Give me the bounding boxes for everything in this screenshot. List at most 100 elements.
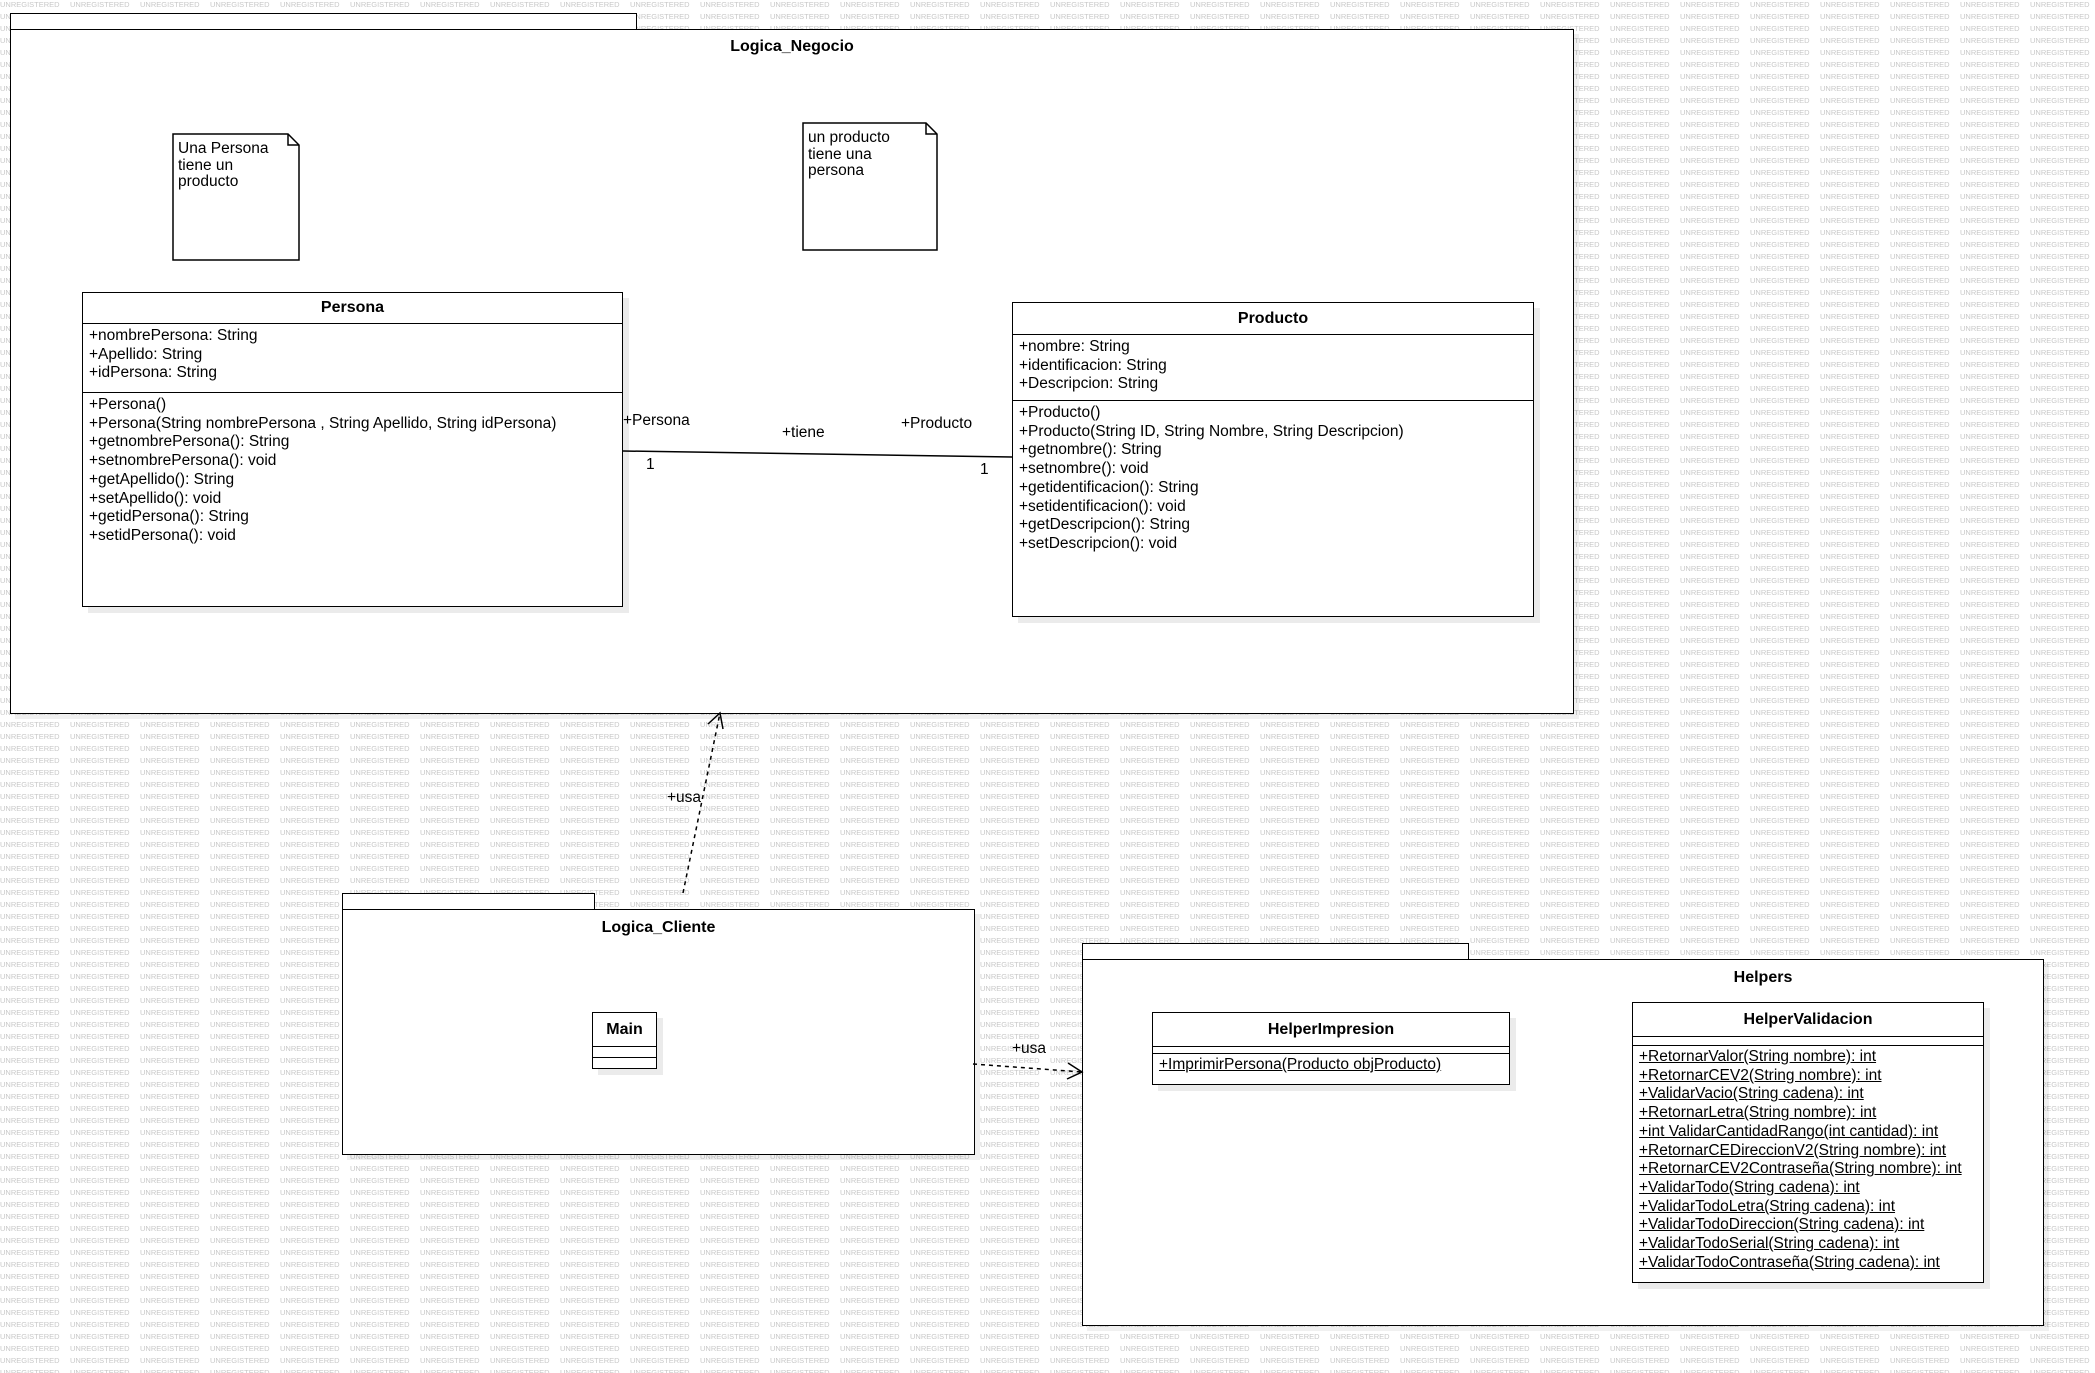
watermark-text: UNREGISTERED xyxy=(420,1188,480,1197)
watermark-text: UNREGISTERED xyxy=(1610,1332,1670,1341)
watermark-text: UNREGISTERED xyxy=(280,1020,340,1029)
watermark-text: UNREGISTERED xyxy=(140,1008,200,1017)
watermark-text: UNREGISTERED xyxy=(980,1284,1040,1293)
watermark-text: UNREGISTERED xyxy=(1120,732,1180,741)
watermark-text: UNREGISTERED xyxy=(1400,744,1460,753)
watermark-text: UNREGISTERED xyxy=(700,1332,760,1341)
package-logica-cliente[interactable]: Logica_Cliente xyxy=(342,909,975,1155)
watermark-text: UNREGISTERED xyxy=(1960,636,2020,645)
watermark-text: UNREGISTERED xyxy=(1750,132,1810,141)
watermark-text: UNREGISTERED xyxy=(2030,648,2090,657)
watermark-text: UNREGISTERED xyxy=(1750,516,1810,525)
watermark-text: UNREGISTERED xyxy=(210,1104,270,1113)
watermark-text: UNREGISTERED xyxy=(280,1224,340,1233)
watermark-text: UNREGISTERED xyxy=(350,1344,410,1353)
watermark-text: UNREGISTERED xyxy=(980,768,1040,777)
watermark-text: UNREGISTERED xyxy=(1120,804,1180,813)
watermark-text: UNREGISTERED xyxy=(70,1080,130,1089)
watermark-text: UNREGISTERED xyxy=(2030,936,2090,945)
watermark-text: UNREGISTERED xyxy=(1190,0,1250,9)
watermark-text: UNREGISTERED xyxy=(2030,876,2090,885)
watermark-text: UNREGISTERED xyxy=(1680,204,1740,213)
watermark-text: UNREGISTERED xyxy=(840,1296,900,1305)
watermark-text: UNREGISTERED xyxy=(1260,720,1320,729)
watermark-text: UNREGISTERED xyxy=(490,1356,550,1365)
class-producto[interactable]: Producto +nombre: String +identificacion… xyxy=(1012,302,1534,617)
watermark-text: UNREGISTERED xyxy=(560,1164,620,1173)
watermark-text: UNREGISTERED xyxy=(1750,876,1810,885)
watermark-text: UNREGISTERED xyxy=(280,984,340,993)
watermark-text: UNREGISTERED xyxy=(1750,432,1810,441)
watermark-text: UNREGISTERED xyxy=(700,1200,760,1209)
watermark-text: UNREGISTERED xyxy=(0,768,60,777)
watermark-text: UNREGISTERED xyxy=(350,792,410,801)
watermark-text: UNREGISTERED xyxy=(770,1284,830,1293)
watermark-text: UNREGISTERED xyxy=(350,804,410,813)
watermark-text: UNREGISTERED xyxy=(560,1344,620,1353)
watermark-text: UNREGISTERED xyxy=(210,1092,270,1101)
watermark-text: UNREGISTERED xyxy=(1050,792,1110,801)
watermark-text: UNREGISTERED xyxy=(140,1248,200,1257)
watermark-text: UNREGISTERED xyxy=(1750,0,1810,9)
watermark-text: UNREGISTERED xyxy=(1680,48,1740,57)
watermark-text: UNREGISTERED xyxy=(140,744,200,753)
watermark-text: UNREGISTERED xyxy=(630,1320,690,1329)
watermark-text: UNREGISTERED xyxy=(1890,672,1950,681)
watermark-text: UNREGISTERED xyxy=(1610,588,1670,597)
watermark-text: UNREGISTERED xyxy=(1330,1368,1390,1373)
watermark-text: UNREGISTERED xyxy=(1890,756,1950,765)
watermark-text: UNREGISTERED xyxy=(350,816,410,825)
watermark-text: UNREGISTERED xyxy=(1820,732,1880,741)
watermark-text: UNREGISTERED xyxy=(490,1368,550,1373)
class-persona[interactable]: Persona +nombrePersona: String +Apellido… xyxy=(82,292,623,607)
class-helper-impresion[interactable]: HelperImpresion +ImprimirPersona(Product… xyxy=(1152,1012,1510,1085)
watermark-text: UNREGISTERED xyxy=(980,1104,1040,1113)
watermark-text: UNREGISTERED xyxy=(210,1332,270,1341)
watermark-text: UNREGISTERED xyxy=(280,780,340,789)
watermark-text: UNREGISTERED xyxy=(1960,96,2020,105)
watermark-text: UNREGISTERED xyxy=(1890,444,1950,453)
watermark-text: UNREGISTERED xyxy=(840,1248,900,1257)
watermark-text: UNREGISTERED xyxy=(2030,540,2090,549)
watermark-text: UNREGISTERED xyxy=(1750,816,1810,825)
watermark-text: UNREGISTERED xyxy=(1890,1356,1950,1365)
attributes-section xyxy=(1633,1037,1983,1046)
watermark-text: UNREGISTERED xyxy=(70,1104,130,1113)
watermark-text: UNREGISTERED xyxy=(350,1308,410,1317)
watermark-text: UNREGISTERED xyxy=(70,1212,130,1221)
watermark-text: UNREGISTERED xyxy=(1890,252,1950,261)
watermark-text: UNREGISTERED xyxy=(1680,1356,1740,1365)
watermark-text: UNREGISTERED xyxy=(0,1248,60,1257)
watermark-text: UNREGISTERED xyxy=(1750,504,1810,513)
watermark-text: UNREGISTERED xyxy=(560,864,620,873)
watermark-text: UNREGISTERED xyxy=(1960,852,2020,861)
watermark-text: UNREGISTERED xyxy=(910,1176,970,1185)
class-helper-validacion[interactable]: HelperValidacion +RetornarValor(String n… xyxy=(1632,1002,1984,1283)
note-producto[interactable]: un producto tiene una persona xyxy=(802,122,938,251)
watermark-text: UNREGISTERED xyxy=(700,1320,760,1329)
watermark-text: UNREGISTERED xyxy=(1610,408,1670,417)
watermark-text: UNREGISTERED xyxy=(1680,360,1740,369)
watermark-text: UNREGISTERED xyxy=(840,732,900,741)
watermark-text: UNREGISTERED xyxy=(1050,1368,1110,1373)
watermark-text: UNREGISTERED xyxy=(210,948,270,957)
watermark-text: UNREGISTERED xyxy=(70,1248,130,1257)
watermark-text: UNREGISTERED xyxy=(420,1308,480,1317)
watermark-text: UNREGISTERED xyxy=(1680,504,1740,513)
watermark-text: UNREGISTERED xyxy=(1400,732,1460,741)
watermark-text: UNREGISTERED xyxy=(2030,468,2090,477)
watermark-text: UNREGISTERED xyxy=(1610,672,1670,681)
operation: +RetornarCEV2(String nombre): int xyxy=(1639,1067,1977,1086)
watermark-text: UNREGISTERED xyxy=(210,1068,270,1077)
watermark-text: UNREGISTERED xyxy=(1680,780,1740,789)
operation: +RetornarValor(String nombre): int xyxy=(1639,1048,1977,1067)
watermark-text: UNREGISTERED xyxy=(980,1020,1040,1029)
watermark-text: UNREGISTERED xyxy=(210,1020,270,1029)
class-main[interactable]: Main xyxy=(592,1012,657,1069)
watermark-text: UNREGISTERED xyxy=(1820,528,1880,537)
watermark-text: UNREGISTERED xyxy=(490,720,550,729)
watermark-text: UNREGISTERED xyxy=(2030,444,2090,453)
watermark-text: UNREGISTERED xyxy=(280,1092,340,1101)
watermark-text: UNREGISTERED xyxy=(1120,0,1180,9)
note-persona[interactable]: Una Persona tiene un producto xyxy=(172,133,300,261)
